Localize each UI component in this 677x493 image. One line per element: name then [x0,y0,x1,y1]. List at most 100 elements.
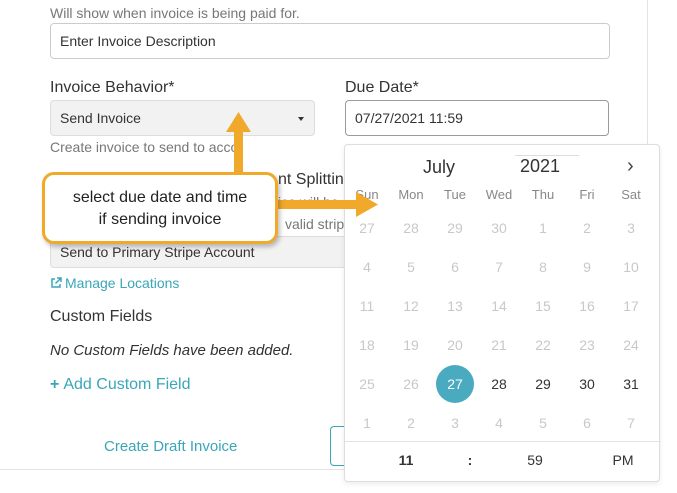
calendar-day[interactable]: 28 [389,209,433,247]
calendar-day[interactable]: 19 [389,326,433,364]
calendar-day[interactable]: 3 [433,404,477,442]
custom-fields-empty: No Custom Fields have been added. [50,342,294,359]
weekday-label: Sat [621,187,641,202]
calendar-day[interactable]: 22 [521,326,565,364]
calendar-year[interactable]: 2021 [515,155,579,179]
calendar-day[interactable]: 4 [345,248,389,286]
calendar-day-number: 19 [403,337,419,353]
calendar-day-number: 1 [363,415,371,431]
due-date-label: Due Date* [345,79,419,96]
calendar-day[interactable]: 1 [345,404,389,442]
date-picker: July 2021 › Sun Mon Tue Wed Thu Fri Sat 27 28 29… [344,144,661,482]
calendar-day[interactable]: 28 [477,365,521,403]
calendar-day-number: 26 [403,376,419,392]
weekday-label: Mon [398,187,424,202]
invoice-behavior-select[interactable]: Send Invoice [50,100,315,136]
minute-value[interactable]: 59 [520,452,550,468]
calendar-day-number: 6 [583,415,591,431]
calendar-day-selected[interactable]: 27 [433,365,477,403]
calendar-day-number: 11 [359,298,375,314]
calendar-day-number: 1 [539,220,547,236]
calendar-day[interactable]: 18 [345,326,389,364]
calendar-day-number: 27 [436,365,474,403]
calendar-day-number: 13 [447,298,463,314]
calendar-day[interactable]: 13 [433,287,477,325]
calendar-day-number: 17 [623,298,639,314]
manage-locations-link[interactable]: Manage Locations [50,275,179,291]
calendar-day[interactable]: 4 [477,404,521,442]
calendar-day[interactable]: 10 [609,248,653,286]
calendar-day[interactable]: 15 [521,287,565,325]
calendar-day[interactable]: 6 [565,404,609,442]
chevron-right-icon[interactable]: › [627,155,634,178]
calendar-day[interactable]: 12 [389,287,433,325]
calendar-day-number: 22 [535,337,551,353]
calendar-day[interactable]: 2 [565,209,609,247]
add-custom-field-link[interactable]: + Add Custom Field [50,376,191,394]
meridiem-value[interactable]: PM [608,452,638,468]
calendar-day[interactable]: 7 [477,248,521,286]
time-separator: : [467,452,473,468]
calendar-day-number: 4 [495,415,503,431]
calendar-day[interactable]: 29 [433,209,477,247]
calendar-day[interactable]: 30 [477,209,521,247]
calendar-day[interactable]: 31 [609,365,653,403]
invoice-behavior-helper: Create invoice to send to acco [50,139,239,155]
weekday-label: Fri [579,187,595,202]
calendar-day[interactable]: 16 [565,287,609,325]
calendar-day-number: 29 [447,220,463,236]
calendar-day[interactable]: 20 [433,326,477,364]
calendar-day-number: 8 [539,259,547,275]
calendar-day-number: 14 [491,298,507,314]
payment-splitting-helper-2: valid strip [285,216,345,232]
calendar-day-number: 9 [583,259,591,275]
calendar-day[interactable]: 27 [345,209,389,247]
calendar-day[interactable]: 25 [345,365,389,403]
add-custom-field-label: Add Custom Field [63,376,191,393]
calendar-day-number: 25 [359,376,375,392]
calendar-day[interactable]: 7 [609,404,653,442]
calendar-day[interactable]: 23 [565,326,609,364]
calendar-day-number: 27 [359,220,375,236]
callout-line-2: if sending invoice [98,211,222,228]
calendar-day-number: 29 [535,376,551,392]
hour-value[interactable]: 11 [391,452,421,468]
calendar-day[interactable]: 9 [565,248,609,286]
calendar-day[interactable]: 8 [521,248,565,286]
calendar-day-number: 5 [407,259,415,275]
invoice-description-input[interactable]: Enter Invoice Description [50,23,610,59]
calendar-day[interactable]: 26 [389,365,433,403]
calendar-day[interactable]: 24 [609,326,653,364]
calendar-day[interactable]: 30 [565,365,609,403]
calendar-day-number: 4 [363,259,371,275]
calendar-day[interactable]: 11 [345,287,389,325]
calendar-day-number: 6 [451,259,459,275]
calendar-day[interactable]: 17 [609,287,653,325]
calendar-day[interactable]: 29 [521,365,565,403]
calendar-day-number: 7 [495,259,503,275]
calendar-day-number: 2 [407,415,415,431]
calendar-day[interactable]: 21 [477,326,521,364]
calendar-day-number: 12 [403,298,419,314]
calendar-day[interactable]: 6 [433,248,477,286]
calendar-day[interactable]: 5 [521,404,565,442]
calendar-day[interactable]: 2 [389,404,433,442]
weekday-label: Wed [485,187,513,202]
calendar-day-number: 15 [535,298,551,314]
create-draft-invoice-link[interactable]: Create Draft Invoice [104,438,237,455]
calendar-day-number: 16 [579,298,595,314]
time-picker: 11 : 59 PM [345,441,661,481]
calendar-day-number: 28 [403,220,419,236]
manage-locations-label: Manage Locations [65,275,180,291]
weekday-label: Sun [355,187,379,202]
calendar-day[interactable]: 3 [609,209,653,247]
calendar-day-number: 21 [491,337,507,353]
weekday-label: Thu [531,187,555,202]
callout-line-1: select due date and time [72,189,248,206]
calendar-day[interactable]: 1 [521,209,565,247]
calendar-month[interactable]: July [423,157,455,178]
calendar-day[interactable]: 14 [477,287,521,325]
due-date-input[interactable]: 07/27/2021 11:59 [345,100,609,136]
caret-down-icon [298,117,304,121]
calendar-day[interactable]: 5 [389,248,433,286]
